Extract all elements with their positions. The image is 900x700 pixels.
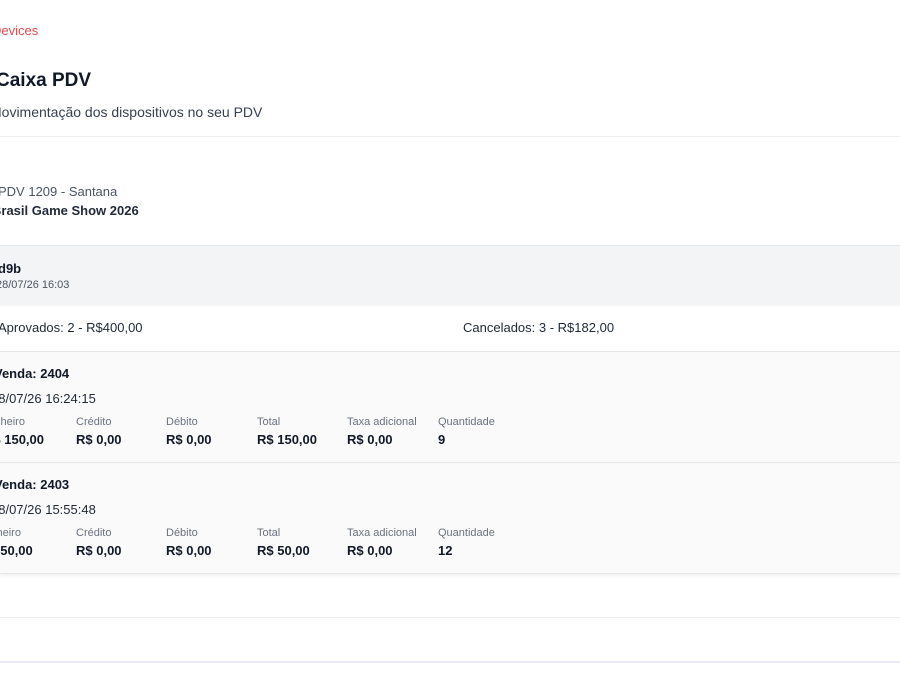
device-summary: Aprovados: 2 - R$400,00 Cancelados: 3 - … (0, 306, 900, 352)
pdv-page: Devices Caixa PDV Movimentação dos dispo… (0, 0, 900, 700)
debit-label: Débito (166, 527, 198, 539)
sale-extra-fee: Taxa adicional R$ 0,00 (347, 416, 417, 447)
quantity-value: 9 (438, 432, 446, 447)
total-label: Total (257, 527, 281, 539)
credit-value: R$ 0,00 (76, 432, 122, 447)
cancelled-summary: Cancelados: 3 - R$182,00 (463, 320, 615, 335)
debit-label: Débito (166, 416, 198, 428)
total-value: R$ 50,00 (257, 543, 310, 558)
sale-debit: Débito R$ 0,00 (166, 416, 212, 447)
page-subtitle: Movimentação dos dispositivos no seu PDV (0, 104, 263, 120)
sale-credit: Crédito R$ 0,00 (76, 527, 122, 558)
sale-card: Venda: 2403 28/07/26 15:55:48 Dinheiro R… (0, 463, 900, 574)
sale-total: Total R$ 50,00 (257, 527, 310, 558)
pdv-event-name: Brasil Game Show 2026 (0, 203, 139, 218)
sale-title: Venda: 2403 (0, 477, 70, 492)
quantity-value: 12 (438, 543, 453, 558)
cash-value: R$ 50,00 (0, 543, 33, 558)
credit-value: R$ 0,00 (76, 543, 122, 558)
breadcrumb-devices-link[interactable]: Devices (0, 23, 38, 38)
sale-datetime: 28/07/26 15:55:48 (0, 502, 96, 517)
sale-card: Venda: 2404 28/07/26 16:24:15 Dinheiro R… (0, 352, 900, 463)
extra-fee-label: Taxa adicional (347, 416, 417, 428)
sale-debit: Débito R$ 0,00 (166, 527, 212, 558)
cash-label: Dinheiro (0, 527, 21, 539)
footer-divider (0, 661, 900, 663)
extra-fee-label: Taxa adicional (347, 527, 417, 539)
device-last-seen: 28/07/26 16:03 (0, 279, 70, 291)
quantity-label: Quantidade (438, 527, 495, 539)
total-value: R$ 150,00 (257, 432, 317, 447)
debit-value: R$ 0,00 (166, 543, 212, 558)
sale-cash: Dinheiro R$ 150,00 (0, 416, 44, 447)
credit-label: Crédito (76, 527, 112, 539)
sale-total: Total R$ 150,00 (257, 416, 317, 447)
header-divider (0, 136, 900, 137)
sale-extra-fee: Taxa adicional R$ 0,00 (347, 527, 417, 558)
sale-quantity: Quantidade 9 (438, 416, 495, 447)
cash-value: R$ 150,00 (0, 432, 44, 447)
device-header-row[interactable]: d9b 28/07/26 16:03 (0, 245, 900, 308)
cash-label: Dinheiro (0, 416, 25, 428)
sale-datetime: 28/07/26 16:24:15 (0, 391, 96, 406)
sale-quantity: Quantidade 12 (438, 527, 495, 558)
quantity-label: Quantidade (438, 416, 495, 428)
pdv-store-code: PDV 1209 - Santana (0, 184, 118, 199)
sale-credit: Crédito R$ 0,00 (76, 416, 122, 447)
total-label: Total (257, 416, 281, 428)
sale-cash: Dinheiro R$ 50,00 (0, 527, 33, 558)
sale-title: Venda: 2404 (0, 366, 70, 381)
device-id: d9b (0, 261, 22, 276)
debit-value: R$ 0,00 (166, 432, 212, 447)
section-divider (0, 617, 900, 618)
page-title: Caixa PDV (0, 70, 92, 91)
approved-summary: Aprovados: 2 - R$400,00 (0, 320, 143, 335)
credit-label: Crédito (76, 416, 112, 428)
extra-fee-value: R$ 0,00 (347, 432, 393, 447)
extra-fee-value: R$ 0,00 (347, 543, 393, 558)
